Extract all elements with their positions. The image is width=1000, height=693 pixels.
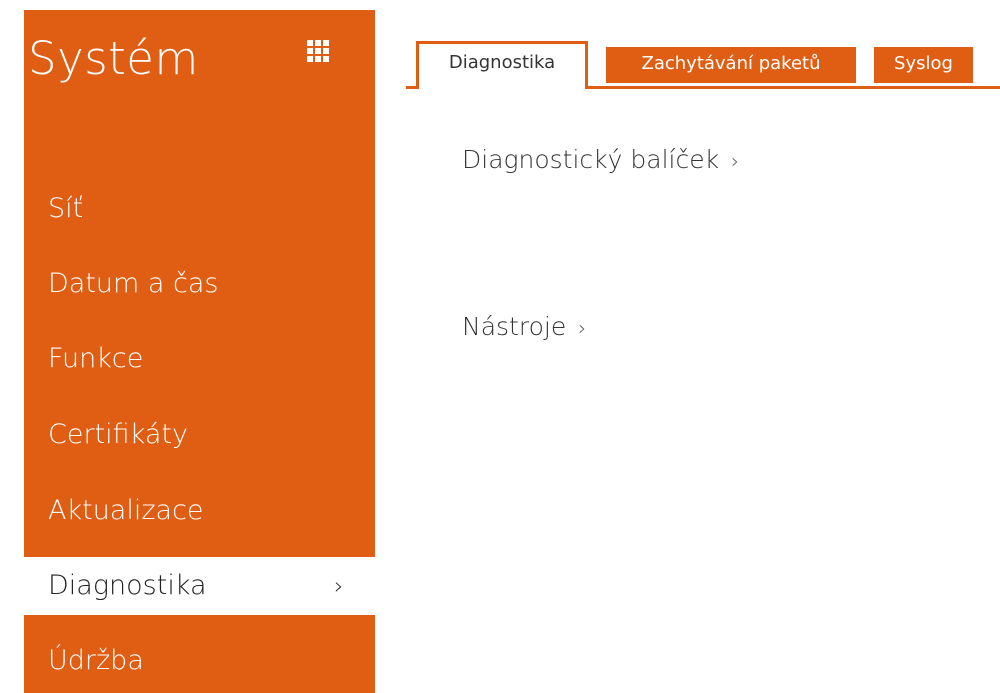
sidebar-item-label: Certifikáty (48, 419, 188, 450)
sidebar-item-label: Aktualizace (48, 495, 204, 526)
section-label: Nástroje (462, 312, 567, 341)
sidebar-item-label: Funkce (48, 343, 144, 374)
chevron-right-icon: › (334, 572, 344, 600)
sidebar-item-diagnostika[interactable]: Diagnostika › (24, 557, 375, 615)
tab-bar: Diagnostika Zachytávání paketů Syslog (406, 41, 1000, 89)
sidebar-title: Systém (28, 32, 199, 85)
sidebar-item-aktualizace[interactable]: Aktualizace (24, 482, 375, 540)
sidebar-item-datum-a-cas[interactable]: Datum a čas (24, 255, 375, 313)
sidebar-item-udrzba[interactable]: Údržba (24, 632, 375, 690)
grid-icon[interactable] (307, 40, 329, 62)
sidebar-item-label: Diagnostika (48, 570, 207, 601)
sidebar-item-label: Síť (48, 193, 84, 224)
section-label: Diagnostický balíček (462, 145, 720, 174)
chevron-right-icon: › (731, 149, 740, 173)
tab-diagnostika[interactable]: Diagnostika (416, 41, 588, 89)
chevron-right-icon: › (578, 316, 587, 340)
diagnostic-package-link[interactable]: Diagnostický balíček › (462, 145, 739, 174)
sidebar-item-sit[interactable]: Síť (24, 180, 375, 238)
sidebar-item-label: Údržba (48, 645, 144, 676)
sidebar-item-funkce[interactable]: Funkce (24, 330, 375, 388)
tools-link[interactable]: Nástroje › (462, 312, 586, 341)
tab-syslog[interactable]: Syslog (874, 47, 973, 83)
sidebar: Systém Síť Datum a čas Funkce Certifikát… (24, 10, 375, 693)
sidebar-item-label: Datum a čas (48, 268, 219, 299)
sidebar-item-certifikaty[interactable]: Certifikáty (24, 406, 375, 464)
tab-zachytavani-paketu[interactable]: Zachytávání paketů (606, 47, 856, 83)
